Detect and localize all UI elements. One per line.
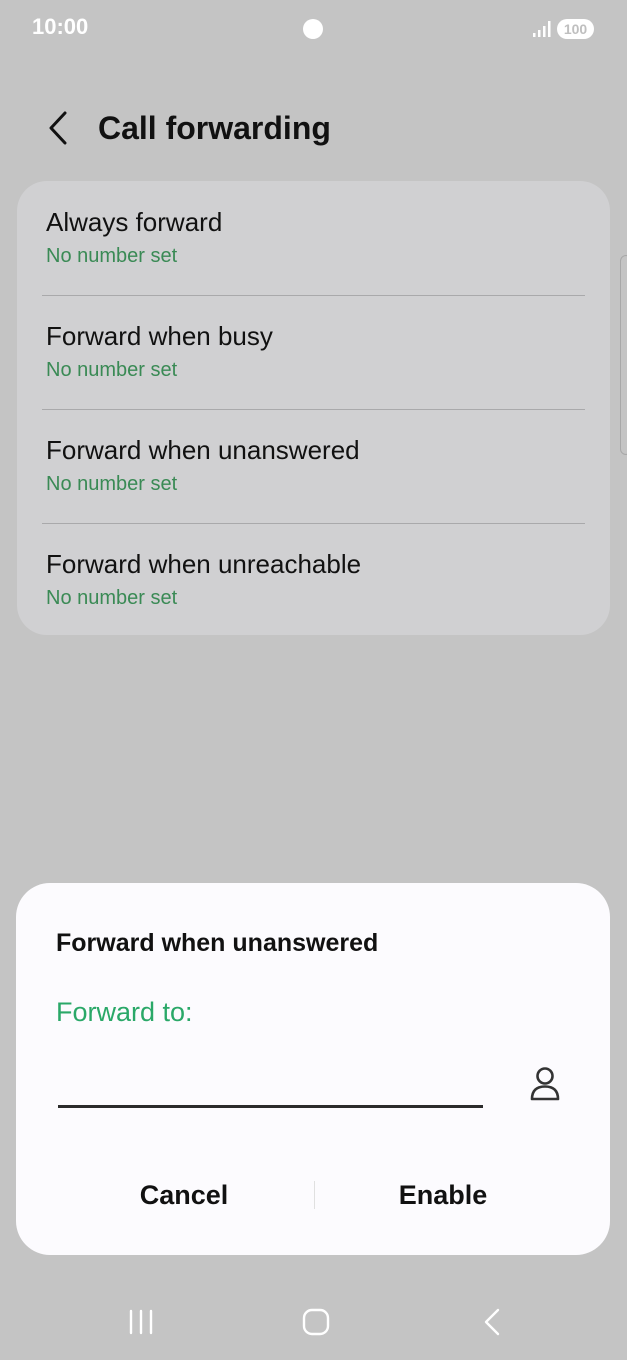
list-item-subtitle: No number set [46,587,178,609]
scroll-handle[interactable] [620,255,627,455]
back-icon [484,1308,500,1336]
list-item-forward-when-busy[interactable]: Forward when busy No number set [17,295,610,408]
list-item-subtitle: No number set [46,359,178,381]
forwarding-options-card: Always forward No number set Forward whe… [17,181,610,635]
forward-number-input[interactable] [58,1058,483,1108]
navigation-bar [0,1290,627,1354]
person-icon [530,1067,560,1101]
contacts-button[interactable] [522,1061,568,1107]
nav-back-button[interactable] [467,1302,517,1342]
nav-home-button[interactable] [291,1302,341,1342]
forward-to-label: Forward to: [56,997,193,1027]
list-item-title: Always forward [46,207,223,237]
list-item-forward-when-unreachable[interactable]: Forward when unreachable No number set [17,523,610,636]
nav-recents-button[interactable] [116,1302,166,1342]
signal-icon [533,21,551,37]
cancel-button[interactable]: Cancel [44,1165,324,1225]
list-item-subtitle: No number set [46,245,178,267]
chevron-left-icon [49,111,67,145]
home-icon [302,1308,330,1336]
list-item-title: Forward when unreachable [46,549,362,579]
status-bar: 10:00 100 [0,0,627,58]
battery-badge: 100 [557,19,594,39]
forward-dialog: Forward when unanswered Forward to: Canc… [16,883,610,1255]
list-item-subtitle: No number set [46,473,178,495]
list-item-always-forward[interactable]: Always forward No number set [17,181,610,294]
page-title: Call forwarding [98,110,331,146]
header: Call forwarding [0,96,627,162]
back-button[interactable] [36,106,80,150]
camera-cutout [303,19,323,39]
recents-icon [129,1309,153,1335]
list-item-title: Forward when busy [46,321,273,351]
dialog-title: Forward when unanswered [56,929,379,957]
dialog-actions: Cancel Enable [16,1165,610,1225]
status-time: 10:00 [32,14,89,39]
enable-button[interactable]: Enable [303,1165,583,1225]
list-item-forward-when-unanswered[interactable]: Forward when unanswered No number set [17,409,610,522]
list-item-title: Forward when unanswered [46,435,360,465]
